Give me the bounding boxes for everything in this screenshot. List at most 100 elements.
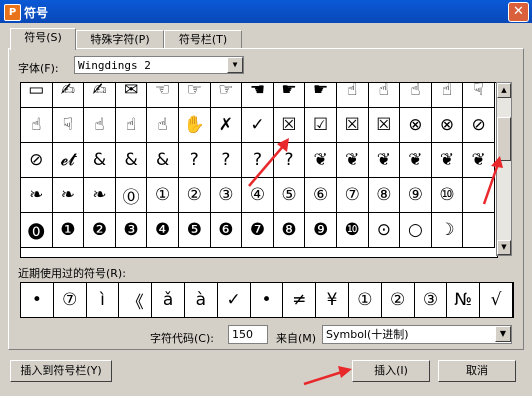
font-label: 字体(F): xyxy=(18,62,59,75)
symbol-cell[interactable]: ⑩ xyxy=(431,178,464,213)
symbol-cell[interactable]: ⑥ xyxy=(305,178,337,213)
recent-symbol[interactable]: № xyxy=(447,283,481,317)
symbol-cell[interactable]: ⑦ xyxy=(336,178,369,213)
insert-button[interactable]: 插入(I) xyxy=(352,360,430,382)
symbol-cell[interactable]: ☝ xyxy=(400,83,432,108)
symbol-cell[interactable]: ▭ xyxy=(21,83,53,108)
symbol-cell[interactable] xyxy=(463,213,495,248)
symbol-cell[interactable]: ⊘ xyxy=(463,108,495,143)
recent-symbol[interactable]: à xyxy=(185,283,218,317)
cancel-button[interactable]: 取消 xyxy=(438,360,516,382)
chevron-down-icon[interactable]: ▼ xyxy=(227,57,243,73)
tab-special-chars[interactable]: 特殊字符(P) xyxy=(76,30,164,49)
symbol-cell[interactable]: ☞ xyxy=(210,83,243,108)
recent-symbols[interactable]: • ⑦ ì 《 ǎ à ✓ • ≠ ¥ ① ② ③ № √ xyxy=(20,282,514,318)
symbol-cell[interactable]: ❾ xyxy=(305,213,337,248)
symbol-cell[interactable]: 𝓮𝓽 xyxy=(52,143,85,178)
recent-symbol[interactable]: ǎ xyxy=(152,283,185,317)
symbol-cell[interactable]: ❧ xyxy=(84,178,116,213)
symbol-cell[interactable]: ⓪ xyxy=(115,178,148,213)
tab-symbols[interactable]: 符号(S) xyxy=(10,28,76,50)
symbol-cell[interactable]: ☟ xyxy=(463,83,495,108)
symbol-cell[interactable]: ❦ xyxy=(431,143,464,178)
symbol-cell[interactable]: ⊗ xyxy=(400,108,432,143)
symbol-cell[interactable]: ❻ xyxy=(210,213,243,248)
symbol-cell[interactable]: ☝ xyxy=(115,108,148,143)
symbol-cell[interactable]: ⊙ xyxy=(368,213,401,248)
recent-symbol[interactable]: ≠ xyxy=(283,283,317,317)
recent-symbol[interactable]: 《 xyxy=(119,283,153,317)
symbol-cell[interactable]: & xyxy=(84,143,116,178)
symbol-cell[interactable]: ○ xyxy=(400,213,432,248)
symbol-cell[interactable]: ❦ xyxy=(305,143,337,178)
symbol-cell[interactable]: ❧ xyxy=(21,178,53,213)
close-button[interactable]: ✕ xyxy=(508,2,529,22)
app-icon: P xyxy=(4,4,21,21)
symbol-cell[interactable]: ☝ xyxy=(336,83,369,108)
recent-symbol[interactable]: ⑦ xyxy=(54,283,87,317)
scroll-up-icon[interactable]: ▲ xyxy=(497,83,511,98)
symbol-cell[interactable]: & xyxy=(147,143,179,178)
recent-symbol[interactable]: • xyxy=(21,283,54,317)
recent-symbol[interactable]: ¥ xyxy=(316,283,349,317)
recent-symbol[interactable]: ✓ xyxy=(218,283,251,317)
symbol-cell[interactable]: ☝ xyxy=(147,108,179,143)
symbol-cell[interactable]: ✍ xyxy=(84,83,116,108)
symbol-cell[interactable]: ⊘ xyxy=(21,143,53,178)
symbol-cell[interactable]: ① xyxy=(147,178,179,213)
recent-symbol[interactable]: ì xyxy=(87,283,120,317)
symbol-cell[interactable]: ☝ xyxy=(21,108,53,143)
symbol-cell[interactable]: ☽ xyxy=(431,213,464,248)
symbol-cell[interactable]: ③ xyxy=(210,178,243,213)
symbol-cell[interactable]: ✗ xyxy=(210,108,243,143)
symbol-cell[interactable]: ⑧ xyxy=(368,178,401,213)
symbol-cell[interactable]: ☚ xyxy=(242,83,274,108)
symbol-cell[interactable]: ❷ xyxy=(84,213,116,248)
tab-symbol-bar[interactable]: 符号栏(T) xyxy=(164,30,242,49)
symbol-cell[interactable]: ? xyxy=(178,143,211,178)
insert-to-bar-button[interactable]: 插入到符号栏(Y) xyxy=(10,360,112,382)
symbol-cell[interactable]: ② xyxy=(178,178,211,213)
symbol-cell[interactable]: ☞ xyxy=(178,83,211,108)
symbol-cell[interactable]: ☑ xyxy=(305,108,337,143)
symbol-cell[interactable]: ☒ xyxy=(368,108,401,143)
symbol-cell[interactable]: ❹ xyxy=(147,213,179,248)
symbol-cell[interactable]: ✋ xyxy=(178,108,211,143)
symbol-cell[interactable]: ❦ xyxy=(368,143,401,178)
font-select[interactable]: Wingdings 2 ▼ xyxy=(74,56,244,74)
from-select[interactable]: Symbol(十进制) ▼ xyxy=(322,325,512,344)
symbol-cell[interactable]: ❸ xyxy=(115,213,148,248)
scroll-down-icon[interactable]: ▼ xyxy=(497,240,511,255)
symbol-cell[interactable]: ❽ xyxy=(273,213,306,248)
symbol-cell[interactable]: ☝ xyxy=(84,108,116,143)
recent-symbol[interactable]: √ xyxy=(480,283,513,317)
symbol-cell[interactable]: ✍ xyxy=(52,83,85,108)
symbol-cell[interactable]: ☟ xyxy=(52,108,85,143)
symbol-cell[interactable]: ⑨ xyxy=(400,178,432,213)
symbol-cell[interactable]: ⊗ xyxy=(431,108,464,143)
symbol-cell[interactable]: ☛ xyxy=(273,83,306,108)
recent-symbol[interactable]: ③ xyxy=(415,283,448,317)
symbol-cell[interactable]: & xyxy=(115,143,148,178)
recent-symbol[interactable]: ① xyxy=(349,283,382,317)
symbol-cell[interactable]: ☝ xyxy=(368,83,401,108)
title-bar: P 符号 ✕ xyxy=(0,0,532,23)
char-code-input[interactable]: 150 xyxy=(228,325,268,344)
symbol-cell[interactable]: ❶ xyxy=(52,213,85,248)
symbol-cell[interactable]: ❿ xyxy=(336,213,369,248)
symbol-cell[interactable]: ✉ xyxy=(115,83,148,108)
symbol-cell[interactable]: ☜ xyxy=(147,83,179,108)
chevron-down-icon[interactable]: ▼ xyxy=(495,326,511,342)
symbol-cell[interactable]: ☒ xyxy=(336,108,369,143)
recent-symbol[interactable]: ② xyxy=(382,283,415,317)
symbol-cell[interactable]: ? xyxy=(210,143,243,178)
symbol-cell[interactable]: ❦ xyxy=(400,143,432,178)
symbol-cell[interactable]: ☝ xyxy=(431,83,464,108)
symbol-cell[interactable]: ❧ xyxy=(52,178,85,213)
symbol-cell[interactable]: ❦ xyxy=(336,143,369,178)
recent-symbol[interactable]: • xyxy=(251,283,284,317)
symbol-cell[interactable]: ❺ xyxy=(178,213,211,248)
symbol-cell[interactable]: ☛ xyxy=(305,83,337,108)
symbol-cell[interactable]: ❼ xyxy=(242,213,274,248)
symbol-cell[interactable]: ⓿ xyxy=(21,213,53,248)
